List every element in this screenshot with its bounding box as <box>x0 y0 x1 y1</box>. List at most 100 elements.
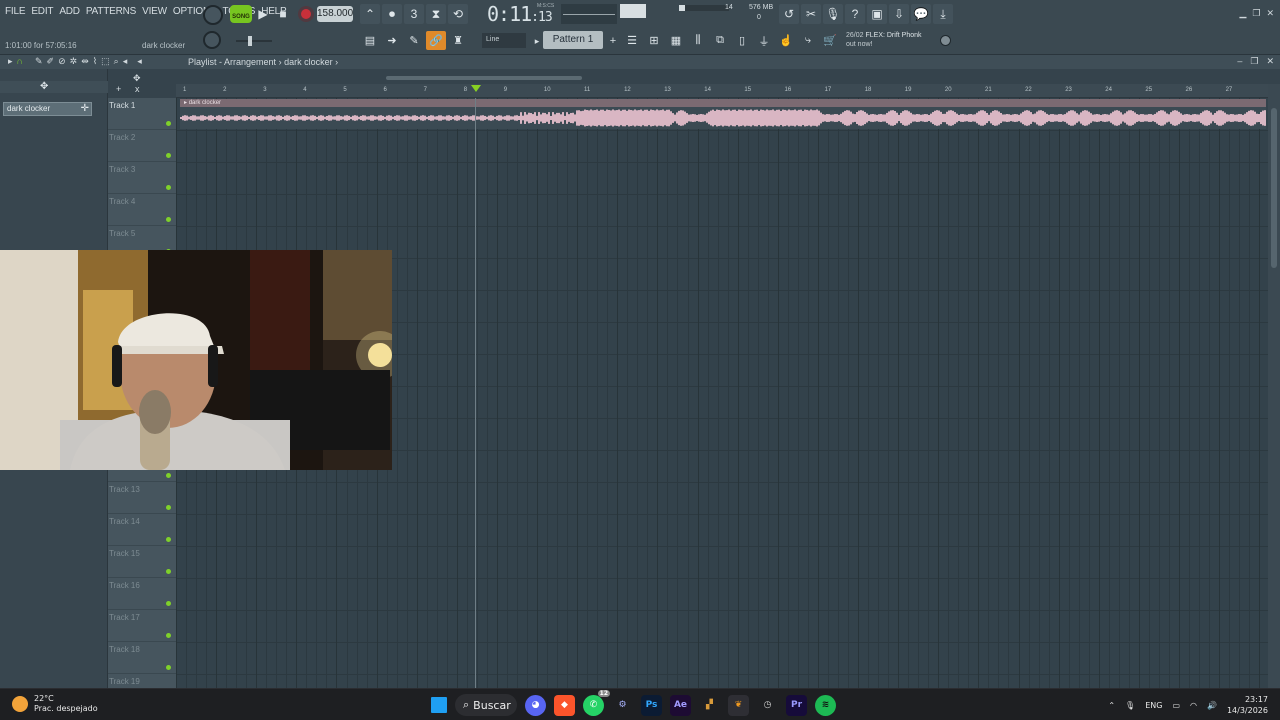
slip-icon[interactable]: ⇹ <box>81 56 89 67</box>
menu-arrow-icon[interactable]: ▸ <box>8 56 13 67</box>
mixer-icon[interactable]: ⫼ <box>688 31 708 50</box>
after-effects-icon[interactable]: Ae <box>670 694 691 716</box>
track-mute-led-icon[interactable] <box>166 601 171 606</box>
track-header[interactable]: Track 2 <box>108 130 176 162</box>
windows-start-icon[interactable] <box>431 697 447 713</box>
track-mute-led-icon[interactable] <box>166 537 171 542</box>
track-mute-led-icon[interactable] <box>166 185 171 190</box>
cut-icon[interactable]: ✂ <box>801 4 821 24</box>
track-header[interactable]: Track 18 <box>108 642 176 674</box>
brush-icon[interactable]: ✐ <box>47 56 55 67</box>
record-button[interactable] <box>298 6 314 22</box>
track-header[interactable]: Track 4 <box>108 194 176 226</box>
brave-icon[interactable]: ◆ <box>554 694 575 716</box>
file-explorer-icon[interactable]: ▞ <box>699 695 720 716</box>
loop-record-icon[interactable]: ⟲ <box>448 4 468 24</box>
snap-selector[interactable]: Line <box>482 33 526 48</box>
pattern-add-icon[interactable]: + <box>604 32 622 50</box>
whatsapp-icon[interactable]: ✆ 12 <box>583 689 610 716</box>
touch-icon[interactable]: ☝ <box>776 31 796 50</box>
track-mute-led-icon[interactable] <box>166 569 171 574</box>
tray-wifi-icon[interactable]: ◠ <box>1190 701 1197 710</box>
tray-volume-icon[interactable]: 🔊 <box>1207 701 1217 710</box>
zoom-move-icon[interactable]: ✥ <box>133 73 141 84</box>
fl-studio-icon[interactable]: ❦ <box>728 694 749 716</box>
save-icon[interactable]: ▣ <box>867 4 887 24</box>
arrow-right-icon[interactable]: ➜ <box>382 31 402 50</box>
tray-mic-icon[interactable]: 🎙 <box>1125 701 1135 710</box>
pencil-icon[interactable]: ✎ <box>35 56 43 67</box>
wait-input-icon[interactable]: ⏺ <box>382 4 402 24</box>
photoshop-icon[interactable]: Ps <box>641 694 662 716</box>
countdown-icon[interactable]: 3 <box>404 4 424 24</box>
track-mute-led-icon[interactable] <box>166 121 171 126</box>
track-header[interactable]: Track 17 <box>108 610 176 642</box>
news-icon[interactable] <box>940 35 951 46</box>
mic-icon[interactable]: 🎙 <box>823 4 843 24</box>
clock-app-icon[interactable]: ◷ <box>757 695 778 716</box>
weather-widget[interactable]: 22°C Prac. despejado <box>12 694 98 714</box>
track-header[interactable]: Track 3 <box>108 162 176 194</box>
close-x-icon[interactable]: x <box>135 84 140 94</box>
chat-icon[interactable]: 💬 <box>911 4 931 24</box>
plugin-icon[interactable]: ⏚ <box>754 31 774 50</box>
pat-song-toggle[interactable]: SONG <box>230 5 252 23</box>
picker-move-icon[interactable]: ✥ <box>40 81 48 92</box>
browser-icon[interactable]: ⧉ <box>710 31 730 50</box>
track-mute-led-icon[interactable] <box>166 505 171 510</box>
track-header[interactable]: Track 16 <box>108 578 176 610</box>
playlist-view-icon[interactable]: ☰ <box>622 31 642 50</box>
horizontal-scrollbar[interactable] <box>176 74 1268 82</box>
master-volume-knob[interactable] <box>203 5 223 25</box>
add-track-icon[interactable]: + <box>116 84 121 94</box>
tray-chevron-icon[interactable]: ⌃ <box>1108 701 1115 710</box>
help-icon[interactable]: ? <box>845 4 865 24</box>
menu-patterns[interactable]: PATTERNS <box>85 6 137 17</box>
step-edit-icon[interactable]: ⧗ <box>426 4 446 24</box>
taskbar-clock[interactable]: 23:17 14/3/2026 <box>1227 694 1268 716</box>
master-slider-handle[interactable] <box>248 36 252 46</box>
channel-rack-icon[interactable]: ▦ <box>666 31 686 50</box>
undo-icon[interactable]: ↺ <box>779 4 799 24</box>
delete-icon[interactable]: ⊘ <box>58 56 66 67</box>
tray-display-icon[interactable]: ▭ <box>1172 701 1180 710</box>
clip-menu-icon[interactable]: ▸ <box>184 100 187 106</box>
timeline-ruler[interactable]: 1 2 3 4 5 6 7 8 9 10 11 12 13 14 15 16 17 18 19 20 21 22 23 24 2… <box>176 84 1268 98</box>
stop-button[interactable]: ■ <box>274 5 292 23</box>
link-icon[interactable]: 🔗 <box>426 31 446 50</box>
close-icon[interactable]: ✕ <box>1266 8 1274 19</box>
picker-add-icon[interactable]: ✛ <box>81 103 89 114</box>
discord-icon[interactable]: ◕ <box>525 694 546 716</box>
store-icon[interactable]: 🛒 <box>820 31 840 50</box>
playlist-close-icon[interactable]: ✕ <box>1266 56 1274 67</box>
menu-edit[interactable]: EDIT <box>30 6 54 17</box>
speaker-icon[interactable]: ◂ <box>123 56 128 67</box>
breadcrumb-arrangement[interactable]: dark clocker <box>284 57 333 67</box>
horizontal-scroll-thumb[interactable] <box>386 76 582 80</box>
playlist-minimize-icon[interactable]: – <box>1237 56 1242 67</box>
settings-icon[interactable]: ⚙ <box>612 695 633 716</box>
metronome-icon[interactable]: ⌃ <box>360 4 380 24</box>
download-icon[interactable]: ⤓ <box>933 4 953 24</box>
track-header[interactable]: Track 15 <box>108 546 176 578</box>
piano-icon[interactable]: ▤ <box>360 31 380 50</box>
render-icon[interactable]: ⇩ <box>889 4 909 24</box>
taskbar-search[interactable]: ⌕ Buscar <box>455 694 517 716</box>
mute-icon[interactable]: ✲ <box>70 56 78 67</box>
tempo-display[interactable]: 158.000 <box>317 6 353 22</box>
spotify-icon[interactable]: ≋ <box>815 694 836 716</box>
playhead-marker[interactable] <box>471 85 481 92</box>
audio-clip[interactable]: ▸ dark clocker <box>180 99 1266 129</box>
play-button[interactable]: ▶ <box>254 5 272 23</box>
track-mute-led-icon[interactable] <box>166 473 171 478</box>
track-mute-led-icon[interactable] <box>166 665 171 670</box>
clipboard-icon[interactable]: ▯ <box>732 31 752 50</box>
track-header[interactable]: Track 1 <box>108 98 176 130</box>
select-icon[interactable]: ⬚ <box>101 56 110 67</box>
news-panel[interactable]: 26/02 FLEX: Drift Phonk out now! <box>846 31 922 49</box>
track-header[interactable]: Track 13 <box>108 482 176 514</box>
tempo-icon[interactable]: ⤷ <box>798 31 818 50</box>
pattern-selector[interactable]: Pattern 1 <box>543 31 603 49</box>
slice-icon[interactable]: ⌇ <box>93 56 97 67</box>
track-mute-led-icon[interactable] <box>166 217 171 222</box>
